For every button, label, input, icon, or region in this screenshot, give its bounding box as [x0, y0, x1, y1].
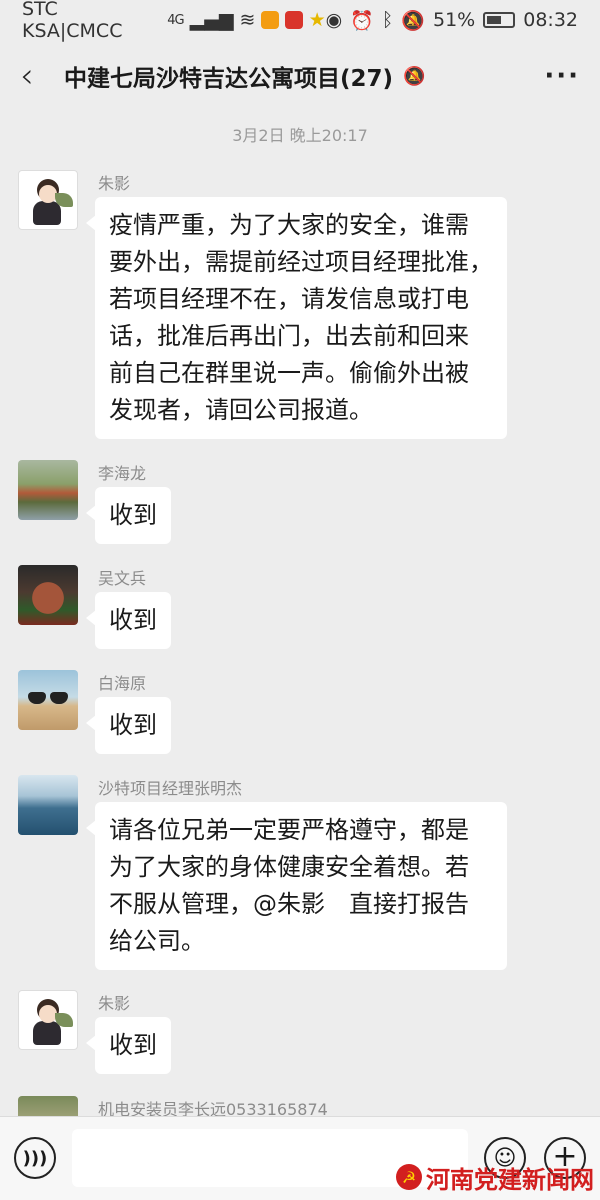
bluetooth-icon: ᛒ [381, 9, 394, 31]
message-bubble[interactable]: 收到 [86, 1017, 171, 1074]
watermark-logo: ☭ 河南党建新闻网 [396, 1158, 594, 1196]
message-line: 前自己在群里说一声。偷偷外出被 [109, 359, 469, 387]
message-bubble[interactable]: 疫情严重，为了大家的安全，谁需 要外出，需提前经过项目经理批准， 若项目经理不在… [86, 197, 507, 439]
watermark-text: 河南党建新闻网 [426, 1165, 594, 1194]
message-bubble[interactable]: 收到 [86, 487, 171, 544]
status-bar: STC KSA|CMCC 4G ▂▄▆ ≋ ★ ◉ ⏰ ᛒ 🔕 51% 08:3… [0, 0, 600, 42]
battery-label: 51% [433, 9, 476, 31]
sender-name: 朱影 [98, 994, 131, 1013]
voice-icon[interactable]: ))) [14, 1137, 56, 1179]
sender-name: 机电安装员李长远0533165874 [98, 1100, 328, 1116]
avatar[interactable] [18, 775, 78, 835]
more-icon[interactable]: ··· [544, 61, 580, 91]
chat-header: ‹ 中建七局沙特吉达公寓项目(27) 🔕 ··· [0, 40, 600, 112]
sender-name: 朱影 [98, 174, 131, 193]
avatar[interactable] [18, 170, 78, 230]
chevron-left-icon[interactable]: ‹ [20, 56, 60, 96]
alarm-icon: ⏰ [350, 9, 374, 32]
carrier-label: STC KSA|CMCC [22, 0, 123, 42]
sender-name: 李海龙 [98, 464, 147, 483]
message-line: 若项目经理不在，请发信息或打电 [109, 285, 469, 313]
wifi-icon: ≋ [239, 9, 256, 31]
bell-off-icon: 🔕 [403, 65, 426, 87]
chat-title: 中建七局沙特吉达公寓项目(27) [64, 66, 394, 92]
message-bubble[interactable]: 收到 [86, 592, 171, 649]
clock-label: 08:32 [523, 9, 578, 31]
avatar[interactable] [18, 1096, 78, 1116]
network-label: 4G [167, 12, 184, 28]
news-app-icon [285, 11, 303, 29]
party-emblem-icon: ☭ [396, 1164, 422, 1190]
avatar[interactable] [18, 460, 78, 520]
message-line: 要外出，需提前经过项目经理批准， [109, 248, 493, 276]
sender-name: 白海原 [98, 674, 147, 693]
avatar[interactable] [18, 565, 78, 625]
chat-list[interactable]: 3月2日 晚上20:17 朱影 疫情严重，为了大家的安全，谁需 要外出，需提前经… [0, 112, 600, 1116]
message-timestamp: 3月2日 晚上20:17 [232, 126, 368, 145]
sender-name: 沙特项目经理张明杰 [98, 779, 243, 798]
signal-icon: ▂▄▆ [189, 9, 234, 31]
app-notification-icon [261, 11, 279, 29]
mute-status-icon: 🔕 [401, 9, 425, 32]
message-line: 给公司。 [109, 927, 205, 955]
avatar[interactable] [18, 670, 78, 730]
avatar[interactable] [18, 990, 78, 1050]
message-bubble[interactable]: 请各位兄弟一定要严格遵守，都是 为了大家的身体健康安全着想。若 不服从管理，@朱… [86, 802, 507, 970]
message-line: 话，批准后再出门，出去前和回来 [109, 322, 469, 350]
message-line: 疫情严重，为了大家的安全，谁需 [109, 211, 469, 239]
message-line: 不服从管理，@朱影 直接打报告 [109, 890, 469, 918]
message-bubble[interactable]: 收到 [86, 697, 171, 754]
eye-icon: ◉ [325, 9, 343, 31]
battery-icon [483, 12, 516, 28]
sender-name: 吴文兵 [98, 569, 147, 588]
message-line: 为了大家的身体健康安全着想。若 [109, 853, 469, 881]
message-line: 请各位兄弟一定要严格遵守，都是 [109, 816, 469, 844]
message-line: 发现者，请回公司报道。 [109, 396, 373, 424]
star-icon: ★ [308, 9, 326, 31]
